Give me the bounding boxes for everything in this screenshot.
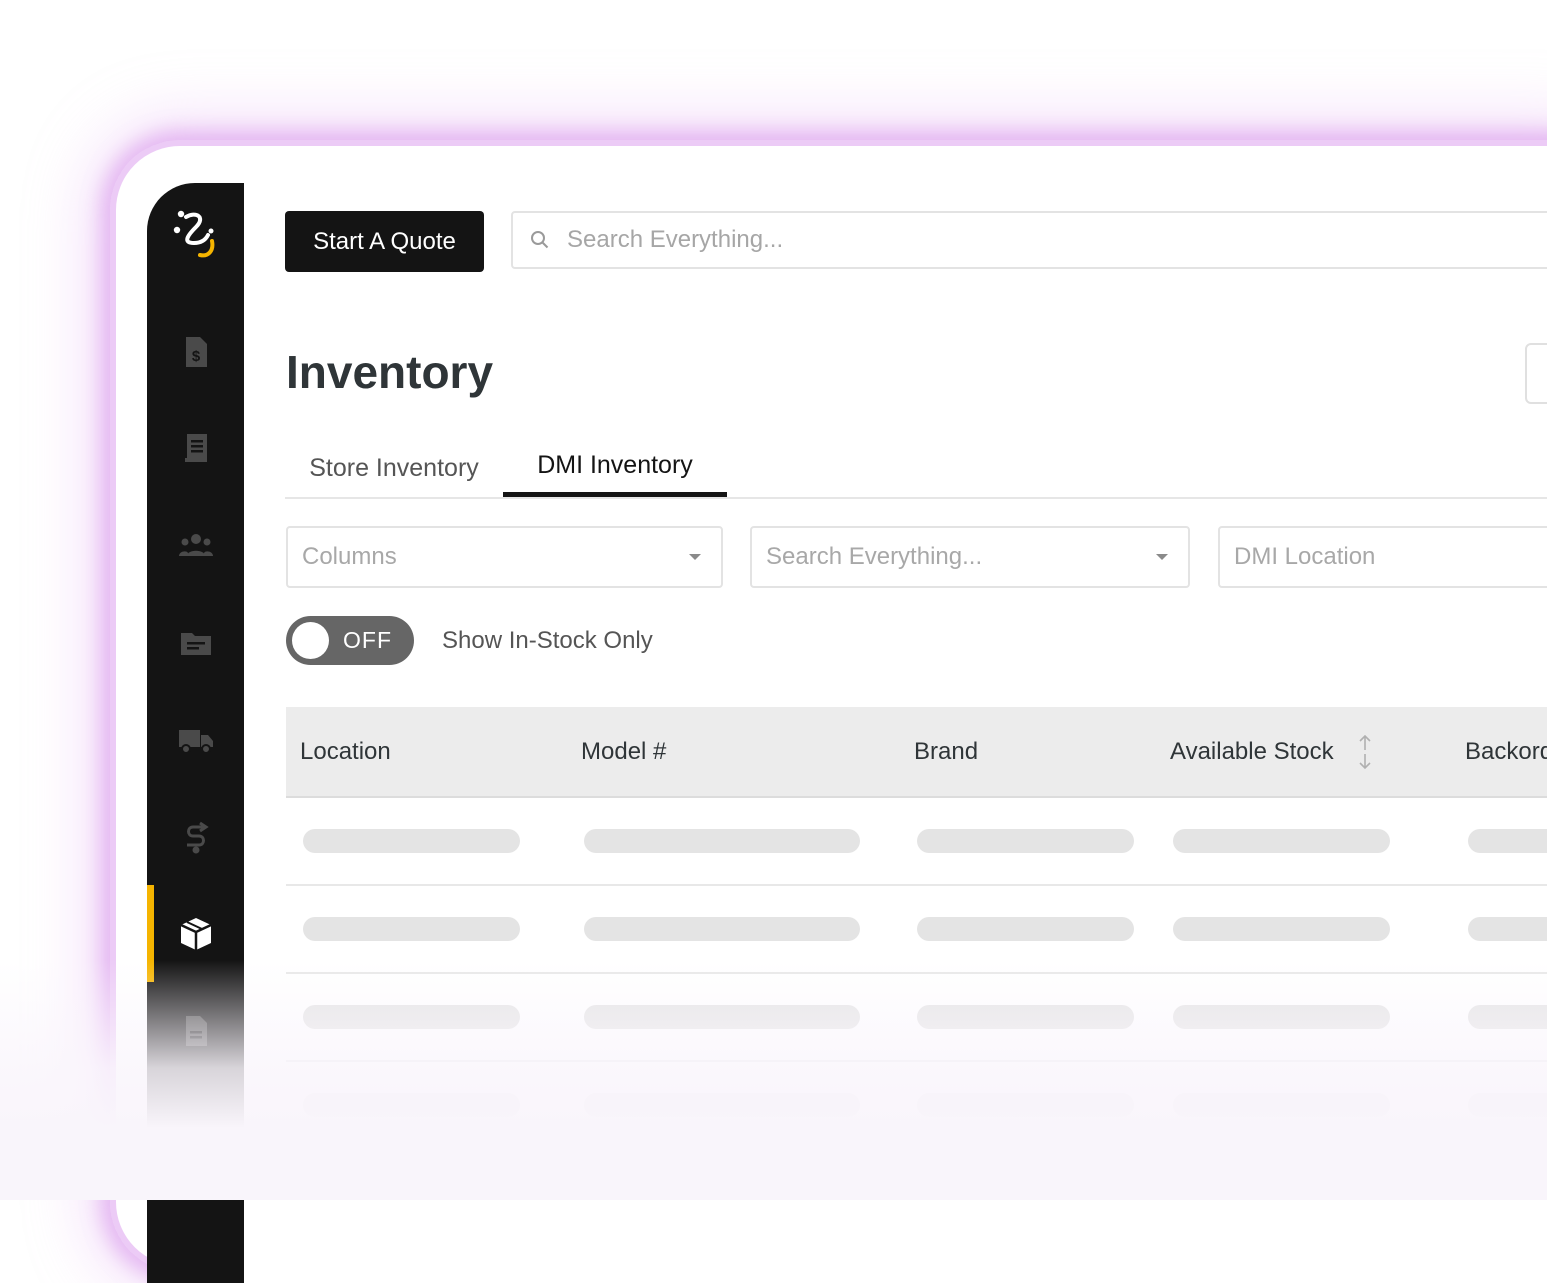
sidebar-item-deliveries[interactable] <box>147 691 244 788</box>
route-icon <box>186 821 209 853</box>
svg-text:$: $ <box>191 348 200 365</box>
search-icon <box>531 231 549 249</box>
start-quote-button[interactable]: Start A Quote <box>285 211 484 272</box>
in-stock-toggle-label: Show In-Stock Only <box>442 627 653 654</box>
filter-search-placeholder: Search Everything... <box>766 543 983 570</box>
global-search[interactable] <box>511 211 1547 269</box>
skeleton-cell <box>917 1005 1134 1029</box>
skeleton-cell <box>1173 1005 1390 1029</box>
skeleton-cell <box>1173 1093 1390 1117</box>
package-icon <box>179 917 212 950</box>
page-title: Inventory <box>286 346 494 398</box>
sidebar: $ <box>147 183 244 1283</box>
toggle-knob <box>292 622 329 659</box>
skeleton-cell <box>303 829 520 853</box>
skeleton-cell <box>1468 917 1547 941</box>
dmi-location-select[interactable]: DMI Location <box>1218 526 1547 588</box>
chevron-down-icon <box>689 554 701 560</box>
table-row <box>286 974 1547 1062</box>
toggle-state-label: OFF <box>343 627 392 653</box>
sidebar-item-invoices[interactable]: $ <box>147 303 244 400</box>
skeleton-cell <box>1173 829 1390 853</box>
sidebar-item-routes[interactable] <box>147 788 244 885</box>
logo-icon[interactable] <box>172 209 220 263</box>
skeleton-cell <box>917 917 1134 941</box>
skeleton-cell <box>1468 1093 1547 1117</box>
tab-dmi-inventory[interactable]: DMI Inventory <box>503 439 727 497</box>
inventory-tabs: Store Inventory DMI Inventory <box>285 439 1547 499</box>
global-search-input[interactable] <box>565 225 1469 255</box>
skeleton-cell <box>584 917 860 941</box>
filter-search-select[interactable]: Search Everything... <box>750 526 1190 588</box>
skeleton-cell <box>1468 829 1547 853</box>
column-header-available-stock[interactable]: Available Stock <box>1170 707 1374 796</box>
column-header-model[interactable]: Model # <box>581 707 666 796</box>
skeleton-cell <box>1173 917 1390 941</box>
skeleton-cell <box>917 829 1134 853</box>
truck-icon <box>178 729 213 754</box>
invoice-dollar-icon: $ <box>185 336 207 367</box>
receipt-icon <box>184 433 207 462</box>
skeleton-cell <box>303 917 520 941</box>
column-header-location[interactable]: Location <box>300 707 391 796</box>
sidebar-item-inventory[interactable] <box>147 885 244 982</box>
skeleton-cell <box>917 1093 1134 1117</box>
page-action-button[interactable] <box>1525 343 1547 404</box>
table-row <box>286 798 1547 886</box>
table-row <box>286 1062 1547 1150</box>
skeleton-cell <box>584 1005 860 1029</box>
column-header-backorder[interactable]: Backorder <box>1465 707 1547 796</box>
document-icon <box>185 1015 207 1046</box>
sidebar-item-customers[interactable] <box>147 497 244 594</box>
skeleton-cell <box>303 1005 520 1029</box>
in-stock-toggle[interactable]: OFF <box>286 616 414 665</box>
table-header: Location Model # Brand Available Stock B… <box>286 707 1547 798</box>
skeleton-cell <box>1468 1005 1547 1029</box>
skeleton-cell <box>584 1093 860 1117</box>
table-row <box>286 886 1547 974</box>
sidebar-item-documents[interactable] <box>147 982 244 1079</box>
column-header-brand[interactable]: Brand <box>914 707 978 796</box>
inventory-table: Location Model # Brand Available Stock B… <box>286 707 1547 1150</box>
sidebar-item-receipts[interactable] <box>147 400 244 497</box>
main-content: Start A Quote Inventory Store Inventory … <box>244 183 1547 1283</box>
skeleton-cell <box>584 829 860 853</box>
users-icon <box>178 533 213 556</box>
sidebar-item-files[interactable] <box>147 594 244 691</box>
sort-icon[interactable] <box>1356 732 1374 772</box>
dmi-location-placeholder: DMI Location <box>1234 543 1376 570</box>
tab-store-inventory[interactable]: Store Inventory <box>285 439 503 497</box>
chevron-down-icon <box>1156 554 1168 560</box>
skeleton-cell <box>303 1093 520 1117</box>
folder-icon <box>180 632 211 655</box>
app-window: $ Start A Quote Inventory <box>147 183 1547 1283</box>
columns-select-placeholder: Columns <box>302 543 397 570</box>
columns-select[interactable]: Columns <box>286 526 723 588</box>
